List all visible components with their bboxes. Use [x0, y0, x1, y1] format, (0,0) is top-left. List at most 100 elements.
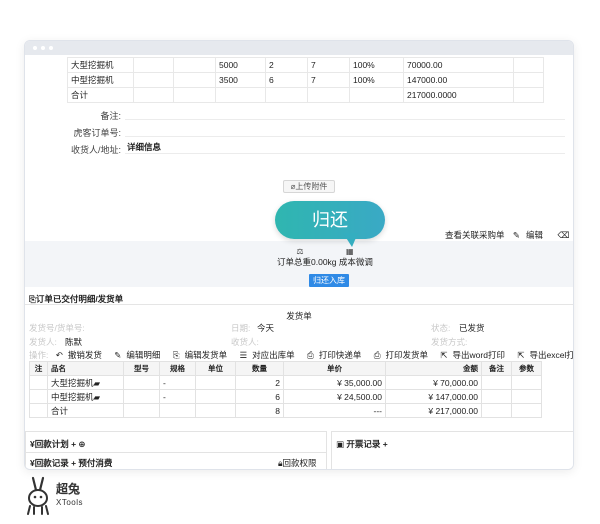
- scale-icon: ⚖: [296, 247, 304, 256]
- rabbit-logo-icon: [27, 476, 49, 515]
- status-value: 已发货: [459, 323, 485, 333]
- invoice-records-title[interactable]: ▣ 开票记录 +: [336, 438, 388, 450]
- col-header: 数量: [235, 361, 284, 376]
- export-excel-button[interactable]: ⇱导出excel打印: [517, 350, 573, 360]
- table-row-total: 合计 217000.0000: [67, 87, 544, 103]
- remark-field[interactable]: [125, 119, 565, 120]
- brand-name: 超兔: [56, 482, 81, 496]
- total-amount: 217000.0000: [403, 87, 514, 103]
- rate: 100%: [349, 57, 404, 73]
- undo-icon: ↶: [55, 350, 63, 360]
- return-to-stock-button[interactable]: 归还入库: [309, 274, 349, 287]
- goods-table: 大型挖掘机 5000 2 7 100% 70000.00 中型挖掘机 3500 …: [67, 57, 544, 103]
- amount: ¥ 147,000.00: [385, 389, 482, 404]
- window-titlebar: [25, 41, 573, 55]
- edit-detail-button[interactable]: ✎ 编辑明细: [114, 350, 165, 360]
- quantity: 6: [265, 72, 308, 88]
- export-icon: ⇱: [440, 350, 448, 360]
- shipping-doc-title: 发货单: [286, 311, 312, 321]
- unit-price: 3500: [215, 72, 266, 88]
- copy-icon: ⎘: [172, 350, 180, 360]
- weight-summary: ⚖ ▦ 订单总重0.00kg 成本微调: [277, 246, 373, 268]
- printer-icon: ⎙: [307, 350, 314, 360]
- cost-adjust-link[interactable]: 成本微调: [339, 257, 373, 267]
- total-quantity: 8: [235, 403, 284, 418]
- date-label: 日期:: [231, 323, 251, 333]
- document-icon: ⎘: [29, 294, 36, 304]
- payment-plan-title[interactable]: ¥回款计划 + ⊕: [30, 438, 86, 450]
- edit-link[interactable]: ✎ 编辑: [513, 230, 549, 240]
- quantity: 2: [235, 375, 284, 390]
- list-icon: ☰: [239, 350, 248, 360]
- window-dot: [41, 46, 45, 50]
- total-price: ---: [283, 403, 386, 418]
- shipping-table: 注 品名 型号 规格 单位 数量 单价 金额 备注 参数 大型挖掘机▰ - 2 …: [29, 361, 542, 418]
- order-detail-content: 大型挖掘机 5000 2 7 100% 70000.00 中型挖掘机 3500 …: [25, 55, 573, 469]
- col-header: 规格: [159, 361, 196, 376]
- view-purchase-link[interactable]: 查看关联采购单: [445, 230, 505, 240]
- quantity: 2: [265, 57, 308, 73]
- shipping-operations: 操作: ↶ 撤销发货 ✎ 编辑明细 ⎘ 编辑发货单 ☰ 对应出库单 ⎙ 打印快递单 ⎙ 打印…: [29, 349, 573, 361]
- table-row-total: 合计 8 --- ¥ 217,000.00: [29, 403, 542, 418]
- col-header: 品名: [47, 361, 124, 376]
- pencil-icon: ✎: [512, 230, 521, 240]
- invoice-icon: ▣: [336, 439, 345, 449]
- edit-shipment-button[interactable]: ⎘ 编辑发货单: [173, 350, 232, 360]
- col-header: 单价: [283, 361, 386, 376]
- unit-price: ¥ 35,000.00: [283, 375, 386, 390]
- window-dot: [33, 46, 37, 50]
- receiver-field: [125, 153, 565, 154]
- product-name[interactable]: 大型挖掘机▰: [47, 375, 124, 390]
- receiver-detail-link[interactable]: 详细信息: [127, 141, 161, 153]
- product-name[interactable]: 中型挖掘机▰: [47, 389, 124, 404]
- outbound-order-button[interactable]: ☰ 对应出库单: [239, 350, 299, 360]
- revoke-shipment-button[interactable]: ↶ 撤销发货: [56, 350, 107, 360]
- total-amount: ¥ 217,000.00: [385, 403, 482, 418]
- col-header: 金额: [385, 361, 482, 376]
- table-row: 中型挖掘机 3500 6 7 100% 147000.00: [67, 72, 544, 88]
- trash-icon: ⌫: [557, 230, 570, 240]
- quantity: 6: [235, 389, 284, 404]
- export-icon: ⇱: [517, 350, 525, 360]
- folder-icon: ▰: [93, 377, 101, 388]
- days: 7: [307, 57, 350, 73]
- col-header: 参数: [511, 361, 542, 376]
- return-callout: 归还: [275, 201, 385, 239]
- unit-price: ¥ 24,500.00: [283, 389, 386, 404]
- calculator-icon: ▦: [345, 247, 354, 256]
- customer-order-field[interactable]: [125, 136, 565, 137]
- invoice-panel: ▣ 开票记录 +: [331, 431, 573, 469]
- payment-records-title[interactable]: ¥回款记录 + 预付消费: [30, 457, 112, 469]
- shipper-value: 陈默: [65, 337, 83, 347]
- window-dot: [49, 46, 53, 50]
- payment-panel: ¥回款计划 + ⊕ ¥回款记录 + 预付消费 🔒︎回款权限: [25, 431, 327, 469]
- ops-label: 操作:: [29, 350, 49, 360]
- ship-method-label: 发货方式:: [431, 337, 468, 347]
- col-header: 型号: [123, 361, 160, 376]
- table-row: 大型挖掘机▰ - 2 ¥ 35,000.00 ¥ 70,000.00: [29, 375, 542, 390]
- customer-order-label: 虎客订单号:: [73, 128, 121, 138]
- export-word-button[interactable]: ⇱ 导出word打印: [440, 350, 510, 360]
- pencil-icon: ✎: [114, 350, 122, 360]
- ship-no-label: 发货号/货单号:: [29, 323, 85, 333]
- divider: [25, 304, 573, 305]
- remark-label: 备注:: [100, 111, 121, 121]
- payment-permission-link[interactable]: 🔒︎回款权限: [278, 457, 317, 469]
- print-shipment-button[interactable]: ⎙ 打印发货单: [374, 350, 433, 360]
- order-weight: 订单总重0.00kg: [277, 257, 337, 267]
- rate: 100%: [349, 72, 404, 88]
- delete-link[interactable]: ⌫删: [557, 230, 573, 240]
- callout-tail: [343, 233, 358, 247]
- ship-receiver-label: 收货人:: [231, 337, 259, 347]
- shipper-label: 发货人:: [29, 337, 57, 347]
- divider: [26, 452, 326, 453]
- print-express-button[interactable]: ⎙ 打印快递单: [307, 350, 366, 360]
- action-links: 查看关联采购单 ✎编辑 ⌫删: [445, 229, 573, 241]
- total-label: 合计: [67, 87, 134, 103]
- upload-attachment-button[interactable]: ⌀上传附件: [283, 180, 335, 193]
- product-name: 大型挖掘机: [67, 57, 134, 73]
- amount: 70000.00: [403, 57, 514, 73]
- col-header: 注: [29, 361, 48, 376]
- model: -: [159, 375, 196, 390]
- total-label: 合计: [47, 403, 124, 418]
